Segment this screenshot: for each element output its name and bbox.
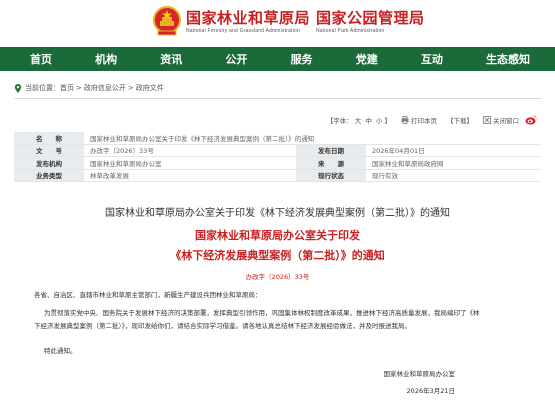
print-label: 打印本页 (411, 117, 437, 125)
nav-item-eco-perception[interactable]: 生态感知 (486, 51, 530, 67)
document-closing: 特此通知。 (44, 347, 77, 355)
org-name-forestry[interactable]: 国家林业和草原局 (186, 7, 310, 27)
meta-date-label: 发布日期 (296, 144, 366, 157)
print-button[interactable]: 打印本页 (401, 115, 437, 125)
document-title: 国家林业和草原局办公室关于印发《林下经济发展典型案例（第二批）》的通知 (105, 208, 450, 219)
document-body-line2: 下经济发展典型案例（第二批）》，现印发给你们，请结合实际学习借鉴。请各地认真总结… (34, 322, 411, 330)
nav-item-home[interactable]: 首页 (30, 51, 52, 67)
font-size-label: 【字体： (326, 117, 353, 125)
font-size-small-link[interactable]: 小 (376, 117, 383, 125)
meta-docno-label: 文 号 (14, 144, 84, 157)
meta-category-value: 林草改革发展 (84, 169, 296, 182)
document-signature: 国家林业和草原局办公室 (383, 370, 456, 378)
nav-item-party[interactable]: 党建 (356, 51, 378, 67)
close-window-label: 关闭窗口 (493, 117, 519, 125)
document-red-title-line2: 《林下经济发展典型案例（第二批）》的通知 (170, 249, 385, 262)
font-size-large-link[interactable]: 大 (355, 117, 362, 125)
meta-name-value: 国家林业和草原局办公室关于印发《林下经济发展典型案例（第二批）》的通知 (84, 132, 541, 145)
font-size-close: 】 (384, 117, 392, 125)
meta-row-category: 业务类型 林草改革发展 现行状态 现行有效 (14, 169, 541, 182)
nav-item-institutions[interactable]: 机构 (95, 51, 117, 67)
document-number: 办改字〔2026〕33号 (245, 273, 310, 281)
document-metadata-table: 名 称 国家林业和草原局办公室关于印发《林下经济发展典型案例（第二批）》的通知 … (14, 132, 541, 182)
breadcrumb-separator: > (127, 84, 134, 92)
meta-source-value: 国家林业和草原局政府网 (366, 156, 541, 170)
org-name-park[interactable]: 国家公园管理局 (316, 7, 425, 27)
document-sign-date: 2026年3月21日 (406, 387, 455, 395)
meta-category-label: 业务类型 (14, 169, 84, 182)
font-size-medium-link[interactable]: 中 (365, 117, 372, 125)
breadcrumb-prefix: 当前位置： (25, 84, 60, 92)
font-size-control: 【字体： 大 中 小 】 (327, 115, 391, 125)
download-button[interactable]: 【下载】 (447, 115, 473, 125)
location-pin-icon (14, 83, 22, 93)
close-window-button[interactable]: 关闭窗口 (483, 115, 519, 125)
document-recipients: 各省、自治区、直辖市林业和草原主管部门，新疆生产建设兵团林业和草原局： (34, 291, 262, 299)
nav-item-services[interactable]: 服务 (291, 51, 313, 67)
printer-icon (401, 116, 409, 124)
nav-item-news[interactable]: 资讯 (160, 51, 182, 67)
meta-issuer-label: 发布机构 (14, 156, 84, 170)
meta-status-value: 现行有效 (366, 169, 541, 182)
document-red-title-line1: 国家林业和草原局办公室关于印发 (195, 229, 360, 242)
meta-row-docno: 文 号 办改字〔2026〕33号 发布日期 2026年04月01日 (14, 144, 541, 157)
document-body-line1: 为贯彻落实党中央、国务院关于发展林下经济的决策部署，发挥典型引领作用，巩固集体林… (44, 309, 480, 317)
meta-source-label: 来 源 (296, 156, 366, 170)
main-nav: 首页 机构 资讯 公开 服务 党建 互动 生态感知 (0, 47, 555, 71)
meta-status-label: 现行状态 (296, 169, 366, 182)
meta-row-name: 名 称 国家林业和草原局办公室关于印发《林下经济发展典型案例（第二批）》的通知 (14, 132, 541, 145)
breadcrumb-item-home[interactable]: 首页 (60, 83, 74, 93)
nav-item-interaction[interactable]: 互动 (421, 51, 443, 67)
national-emblem-icon (153, 6, 181, 36)
meta-docno-value: 办改字〔2026〕33号 (84, 144, 296, 157)
breadcrumb: 当前位置： 首页 > 政府信息公开 > 政府文件 (14, 82, 164, 94)
org-name-park-en: National Park Administration (316, 28, 385, 34)
org-name-forestry-en: National Forestry and Grassland Administ… (186, 28, 300, 34)
meta-name-label: 名 称 (14, 132, 84, 145)
article-toolbar: 【字体： 大 中 小 】 打印本页 【下载】 关闭窗口 (327, 114, 537, 126)
breadcrumb-separator: > (76, 84, 82, 92)
meta-row-issuer: 发布机构 国家林业和草原局办公室 来 源 国家林业和草原局政府网 (14, 156, 541, 170)
close-window-icon (483, 116, 491, 124)
breadcrumb-item-gov-docs[interactable]: 政府文件 (136, 83, 164, 93)
meta-date-value: 2026年04月01日 (366, 144, 541, 157)
meta-issuer-value: 国家林业和草原局办公室 (84, 156, 296, 170)
breadcrumb-item-disclosure[interactable]: 政府信息公开 (84, 83, 126, 93)
breadcrumb-divider (14, 98, 541, 99)
nav-item-disclosure[interactable]: 公开 (225, 51, 247, 67)
site-header: 国家林业和草原局 National Forestry and Grassland… (0, 0, 555, 44)
weibo-share-icon[interactable] (525, 115, 537, 125)
